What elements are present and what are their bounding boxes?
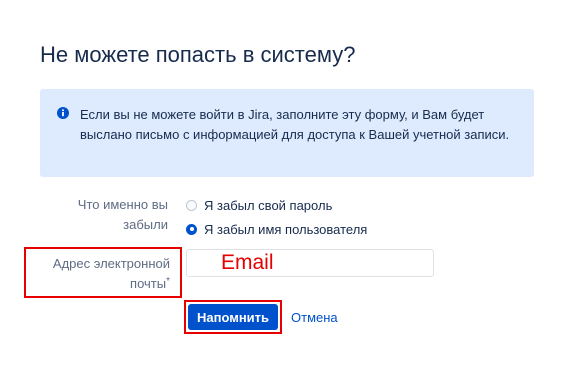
option-forgot-password-label: Я забыл свой пароль	[204, 197, 333, 213]
info-message: Если вы не можете войти в Jira, заполнит…	[40, 89, 534, 177]
option-forgot-password[interactable]: Я забыл свой пароль	[186, 196, 332, 214]
email-label: Адрес электронной почты*	[30, 254, 170, 294]
radio-forgot-password[interactable]	[186, 199, 197, 211]
required-marker: *	[166, 276, 170, 287]
email-label-text: Адрес электронной почты	[52, 256, 170, 291]
forgot-login-page: Не можете попасть в систему? Если вы не …	[0, 0, 573, 373]
option-forgot-username-label: Я забыл имя пользователя	[204, 221, 368, 237]
email-input[interactable]	[186, 249, 434, 277]
info-text: Если вы не можете войти в Jira, заполнит…	[80, 107, 510, 142]
info-icon	[57, 107, 69, 119]
cancel-link[interactable]: Отмена	[291, 310, 338, 325]
page-title: Не можете попасть в систему?	[40, 42, 356, 67]
radio-forgot-username[interactable]	[186, 223, 197, 235]
remind-button[interactable]: Напомнить	[188, 304, 278, 330]
option-forgot-username[interactable]: Я забыл имя пользователя	[186, 220, 367, 238]
forgot-question-label: Что именно вы забыли	[77, 197, 168, 232]
